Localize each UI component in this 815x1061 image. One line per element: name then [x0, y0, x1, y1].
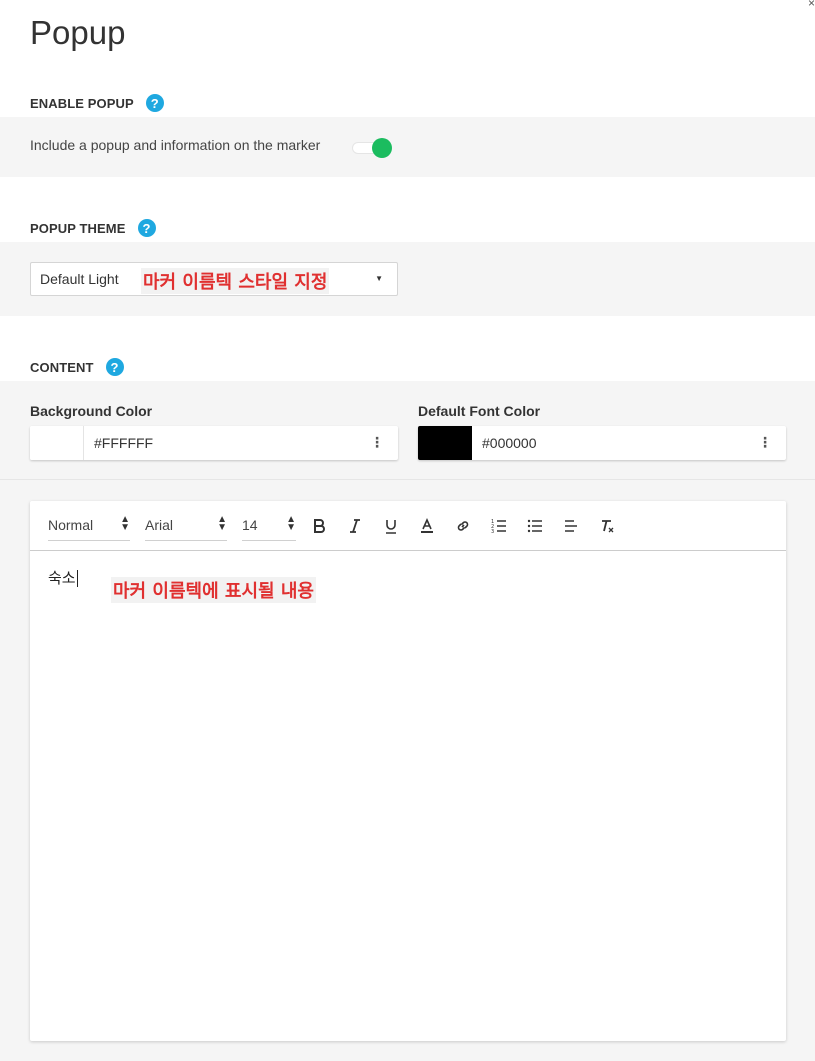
italic-icon[interactable]: [345, 516, 365, 536]
chevron-down-icon: ▼: [375, 274, 383, 283]
size-select-value: 14: [242, 517, 258, 533]
enable-popup-label: ENABLE POPUP: [30, 95, 134, 111]
editor-annotation: 마커 이름텍에 표시될 내용: [111, 577, 316, 603]
font-select-value: Arial: [145, 517, 174, 533]
popup-theme-heading: POPUP THEME ?: [30, 219, 156, 237]
format-select[interactable]: Normal ▲ ▼: [48, 515, 130, 541]
ordered-list-icon[interactable]: 123: [489, 516, 509, 536]
rich-text-editor[interactable]: Normal ▲ ▼ Arial ▲ ▼ 14 ▲ ▼ 123 숙소 마커 이름…: [30, 501, 786, 1041]
underline-icon[interactable]: [381, 516, 401, 536]
more-options-icon[interactable]: ⋮: [758, 434, 772, 451]
text-cursor: [76, 570, 78, 587]
background-color-swatch[interactable]: [30, 426, 84, 460]
size-select[interactable]: 14 ▲ ▼: [242, 515, 296, 541]
bullet-list-icon[interactable]: [525, 516, 545, 536]
popup-theme-selected: Default Light: [40, 271, 119, 287]
font-color-value[interactable]: #000000: [482, 435, 537, 451]
editor-toolbar: Normal ▲ ▼ Arial ▲ ▼ 14 ▲ ▼ 123: [30, 501, 786, 551]
svg-text:3: 3: [491, 529, 494, 534]
font-color-field[interactable]: #000000 ⋮: [418, 426, 786, 460]
enable-popup-toggle[interactable]: [352, 138, 392, 158]
more-options-icon[interactable]: ⋮: [370, 434, 384, 451]
toggle-knob: [372, 138, 392, 158]
close-icon[interactable]: ×: [808, 0, 815, 10]
content-heading: CONTENT ?: [30, 358, 124, 376]
enable-popup-heading: ENABLE POPUP ?: [30, 94, 164, 112]
content-label: CONTENT: [30, 359, 94, 375]
editor-text: 숙소: [48, 569, 76, 587]
font-select[interactable]: Arial ▲ ▼: [145, 515, 227, 541]
background-color-value[interactable]: #FFFFFF: [94, 435, 153, 451]
bold-icon[interactable]: [309, 516, 329, 536]
sort-arrows-icon: ▲ ▼: [286, 514, 296, 533]
divider: [0, 479, 815, 480]
help-icon[interactable]: ?: [137, 219, 156, 237]
sort-arrows-icon: ▲ ▼: [217, 514, 227, 533]
font-color-label: Default Font Color: [418, 403, 541, 419]
background-color-label: Background Color: [30, 403, 153, 419]
align-left-icon[interactable]: [561, 516, 581, 536]
enable-popup-description: Include a popup and information on the m…: [30, 137, 321, 153]
editor-content[interactable]: 숙소: [48, 567, 78, 588]
format-select-value: Normal: [48, 517, 94, 533]
background-color-field[interactable]: #FFFFFF ⋮: [30, 426, 398, 460]
popup-theme-annotation: 마커 이름텍 스타일 지정: [141, 268, 330, 294]
popup-theme-label: POPUP THEME: [30, 220, 126, 236]
help-icon[interactable]: ?: [145, 94, 164, 112]
help-icon[interactable]: ?: [105, 358, 124, 376]
link-icon[interactable]: [453, 516, 473, 536]
modal-title: Popup: [30, 14, 126, 51]
text-color-icon[interactable]: [417, 516, 437, 536]
font-color-swatch[interactable]: [418, 426, 472, 460]
clear-format-icon[interactable]: [597, 516, 617, 536]
sort-arrows-icon: ▲ ▼: [120, 514, 130, 533]
